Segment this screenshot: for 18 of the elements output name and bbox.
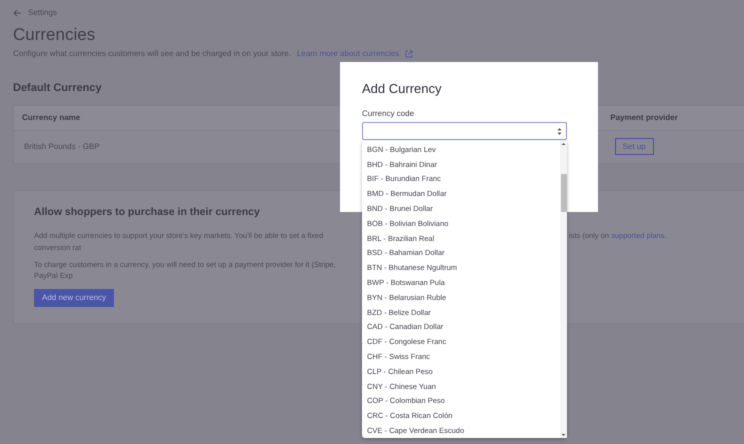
column-header: Payment provider — [610, 112, 678, 124]
add-currency-button[interactable]: Add new currency — [34, 289, 114, 308]
scrollbar-thumb[interactable] — [560, 174, 566, 212]
scroll-down-icon[interactable] — [561, 432, 566, 438]
scrollbar[interactable] — [560, 141, 567, 438]
back-arrow-icon[interactable] — [13, 9, 22, 17]
page-title: Currencies — [13, 25, 96, 45]
spinner-icon — [557, 126, 562, 136]
section-heading: Default Currency — [13, 81, 102, 96]
currency-code-select[interactable] — [362, 122, 567, 140]
table-cell: British Pounds - GBP — [24, 140, 100, 152]
column-header: Currency name — [22, 112, 80, 124]
card-title: Allow shoppers to purchase in their currency — [34, 204, 260, 220]
modal-title: Add Currency — [362, 80, 442, 98]
field-label: Currency code — [362, 108, 414, 118]
scroll-up-icon[interactable] — [561, 141, 566, 147]
page-subtitle: Configure what currencies customers will see and be charged in on your store. — [13, 48, 291, 60]
external-link-icon — [405, 50, 414, 58]
